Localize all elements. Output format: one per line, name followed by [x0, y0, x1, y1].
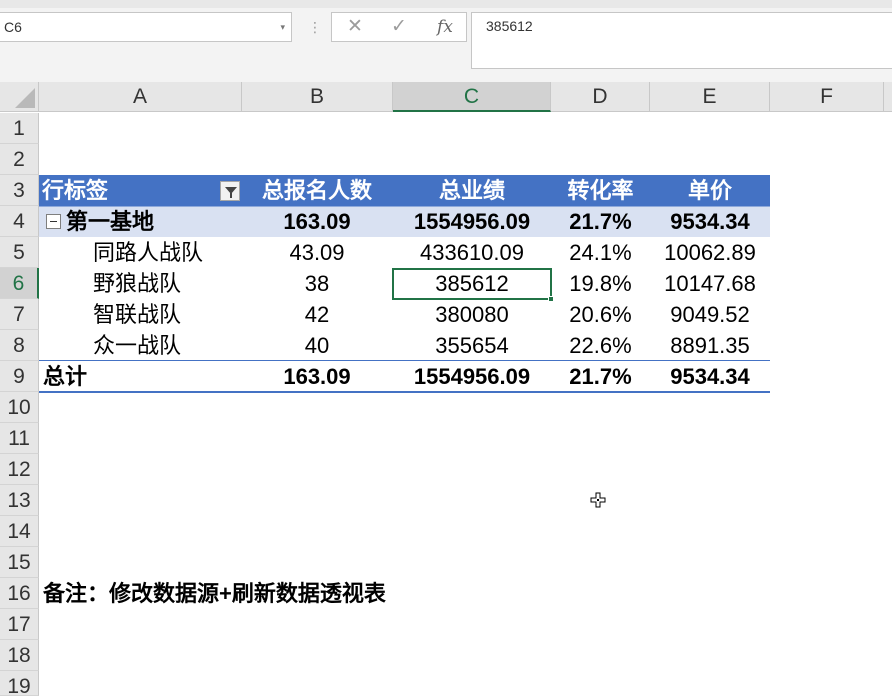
- row-header-6[interactable]: 6: [0, 268, 39, 299]
- note-text[interactable]: 备注：修改数据源+刷新数据透视表: [43, 578, 386, 609]
- column-header-g-partial[interactable]: [884, 82, 892, 112]
- row-header-7[interactable]: 7: [0, 299, 39, 330]
- active-cell-selection[interactable]: [392, 268, 554, 302]
- pivot-item-signups[interactable]: 38: [242, 268, 392, 299]
- row-header-16[interactable]: 16: [0, 578, 39, 609]
- row-header-11[interactable]: 11: [0, 423, 39, 454]
- row-header-15[interactable]: 15: [0, 547, 39, 578]
- row-header-12[interactable]: 12: [0, 454, 39, 485]
- pivot-item-label[interactable]: 野狼战队: [93, 268, 181, 299]
- pivot-total-conversion[interactable]: 21.7%: [551, 361, 650, 392]
- pivot-item-signups[interactable]: 43.09: [242, 237, 392, 268]
- pivot-group-revenue[interactable]: 1554956.09: [393, 206, 551, 237]
- check-icon[interactable]: ✓: [382, 13, 416, 41]
- row-header-2[interactable]: 2: [0, 144, 39, 175]
- filter-dropdown-icon[interactable]: [220, 181, 240, 201]
- grip-dots-icon[interactable]: ⋮: [308, 14, 322, 40]
- formula-input[interactable]: 385612: [471, 12, 892, 69]
- row-header-13[interactable]: 13: [0, 485, 39, 516]
- formula-buttons: ✕ ✓ fx: [331, 12, 467, 42]
- pivot-item-label[interactable]: 众一战队: [93, 330, 181, 361]
- pivot-group-label[interactable]: 第一基地: [66, 206, 154, 237]
- pivot-total-revenue[interactable]: 1554956.09: [393, 361, 551, 392]
- pivot-item-conversion[interactable]: 22.6%: [551, 330, 650, 361]
- pivot-item-revenue[interactable]: 433610.09: [393, 237, 551, 268]
- column-header-c[interactable]: C: [393, 82, 551, 112]
- pivot-group-signups[interactable]: 163.09: [242, 206, 392, 237]
- select-all-triangle-icon: [15, 88, 35, 108]
- pivot-item-conversion[interactable]: 20.6%: [551, 299, 650, 330]
- minus-stroke: [50, 221, 57, 222]
- pivot-header-revenue[interactable]: 总业绩: [393, 175, 551, 206]
- pivot-group-unit-price[interactable]: 9534.34: [650, 206, 770, 237]
- chevron-down-icon[interactable]: ▾: [280, 13, 285, 41]
- column-header-e[interactable]: E: [650, 82, 770, 112]
- pivot-item-conversion[interactable]: 24.1%: [551, 237, 650, 268]
- column-header-f[interactable]: F: [770, 82, 884, 112]
- column-header-b[interactable]: B: [242, 82, 393, 112]
- pivot-item-signups[interactable]: 42: [242, 299, 392, 330]
- row-header-14[interactable]: 14: [0, 516, 39, 547]
- pivot-item-signups[interactable]: 40: [242, 330, 392, 361]
- fill-handle[interactable]: [548, 296, 554, 302]
- formula-bar: C6 ▾ ⋮ ✕ ✓ fx 385612: [0, 0, 892, 82]
- pivot-total-bottom-border: [39, 391, 770, 393]
- row-header-4[interactable]: 4: [0, 206, 39, 237]
- column-header-d[interactable]: D: [551, 82, 650, 112]
- name-box-value: C6: [4, 19, 22, 35]
- insert-function-icon[interactable]: fx: [428, 13, 462, 41]
- row-header-3[interactable]: 3: [0, 175, 39, 206]
- row-header-18[interactable]: 18: [0, 640, 39, 671]
- row-header-10[interactable]: 10: [0, 392, 39, 423]
- pivot-header-conversion[interactable]: 转化率: [551, 175, 650, 206]
- row-header-9[interactable]: 9: [0, 361, 39, 392]
- pivot-total-signups[interactable]: 163.09: [242, 361, 392, 392]
- row-header-1[interactable]: 1: [0, 113, 39, 144]
- row-header-5[interactable]: 5: [0, 237, 39, 268]
- collapse-minus-icon[interactable]: [46, 214, 61, 229]
- pivot-item-label[interactable]: 同路人战队: [93, 237, 203, 268]
- row-header-19[interactable]: 19: [0, 671, 39, 696]
- pivot-total-label[interactable]: 总计: [43, 361, 87, 392]
- pivot-header-unit-price[interactable]: 单价: [650, 175, 770, 206]
- pivot-group-conversion[interactable]: 21.7%: [551, 206, 650, 237]
- pivot-item-revenue[interactable]: 355654: [393, 330, 551, 361]
- name-box[interactable]: C6 ▾: [0, 12, 292, 42]
- pivot-item-unit-price[interactable]: 9049.52: [650, 299, 770, 330]
- pivot-item-unit-price[interactable]: 8891.35: [650, 330, 770, 361]
- pivot-item-label[interactable]: 智联战队: [93, 299, 181, 330]
- row-header-17[interactable]: 17: [0, 609, 39, 640]
- row-header-8[interactable]: 8: [0, 330, 39, 361]
- ribbon-edge: [0, 0, 892, 8]
- pivot-item-unit-price[interactable]: 10062.89: [650, 237, 770, 268]
- pivot-header-signups[interactable]: 总报名人数: [242, 175, 392, 206]
- select-all-corner[interactable]: [0, 82, 39, 112]
- funnel-stem: [230, 193, 232, 198]
- column-header-a[interactable]: A: [39, 82, 242, 112]
- pivot-item-unit-price[interactable]: 10147.68: [650, 268, 770, 299]
- cancel-icon[interactable]: ✕: [338, 13, 372, 41]
- pivot-total-unit-price[interactable]: 9534.34: [650, 361, 770, 392]
- pivot-item-revenue[interactable]: 380080: [393, 299, 551, 330]
- pivot-item-conversion[interactable]: 19.8%: [551, 268, 650, 299]
- pivot-header-row-label[interactable]: 行标签: [42, 175, 108, 206]
- move-cursor-icon: [590, 492, 606, 508]
